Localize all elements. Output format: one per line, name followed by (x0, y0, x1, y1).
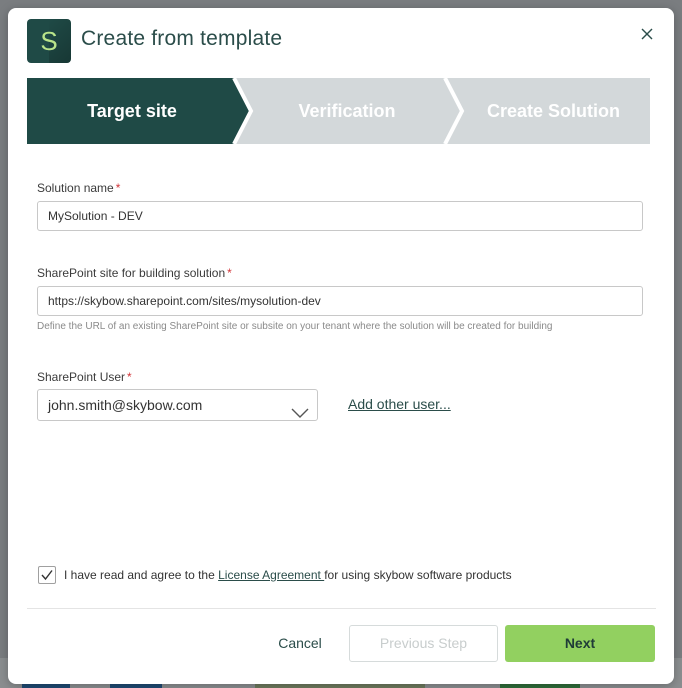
dialog-title: Create from template (81, 27, 283, 50)
solution-name-label-text: Solution name (37, 181, 114, 195)
required-mark: * (227, 266, 232, 280)
sharepoint-site-label: SharePoint site for building solution * (37, 266, 232, 280)
solution-name-input[interactable]: MySolution - DEV (37, 201, 643, 231)
footer-divider (27, 608, 656, 609)
step-target-site: Target site (87, 101, 177, 121)
sharepoint-user-value: john.smith@skybow.com (48, 397, 203, 413)
next-button[interactable]: Next (505, 625, 655, 662)
sharepoint-site-input[interactable]: https://skybow.sharepoint.com/sites/myso… (37, 286, 643, 316)
sharepoint-user-select[interactable]: john.smith@skybow.com (37, 389, 318, 421)
cancel-button[interactable]: Cancel (263, 625, 337, 661)
sharepoint-user-label: SharePoint User * (37, 370, 132, 384)
step-verification: Verification (298, 101, 396, 121)
sharepoint-site-label-text: SharePoint site for building solution (37, 266, 226, 280)
license-agreement-text: I have read and agree to the License Agr… (64, 568, 512, 582)
step-create-solution: Create Solution (486, 101, 620, 121)
add-other-user-link[interactable]: Add other user... (348, 396, 451, 412)
license-agreement-link[interactable]: License Agreement (218, 568, 324, 582)
app-logo: S (27, 19, 71, 63)
sharepoint-site-hint: Define the URL of an existing SharePoint… (37, 321, 553, 332)
close-icon[interactable] (636, 23, 658, 45)
create-from-template-dialog: S Create from template Target site Verif… (8, 8, 674, 684)
required-mark: * (115, 181, 121, 195)
wizard-steps: Target site Verification Create Solution (27, 78, 650, 144)
solution-name-label: Solution name * (37, 181, 120, 195)
chevron-down-icon (291, 399, 309, 429)
license-agreement-checkbox[interactable] (38, 566, 56, 584)
required-mark: * (127, 370, 132, 384)
checkmark-icon (41, 570, 53, 581)
logo-letter: S (40, 26, 58, 56)
sharepoint-user-label-text: SharePoint User (37, 370, 126, 384)
previous-step-button[interactable]: Previous Step (349, 625, 498, 662)
agreement-suffix: for using skybow software products (324, 568, 512, 582)
agreement-prefix: I have read and agree to the (64, 568, 219, 582)
